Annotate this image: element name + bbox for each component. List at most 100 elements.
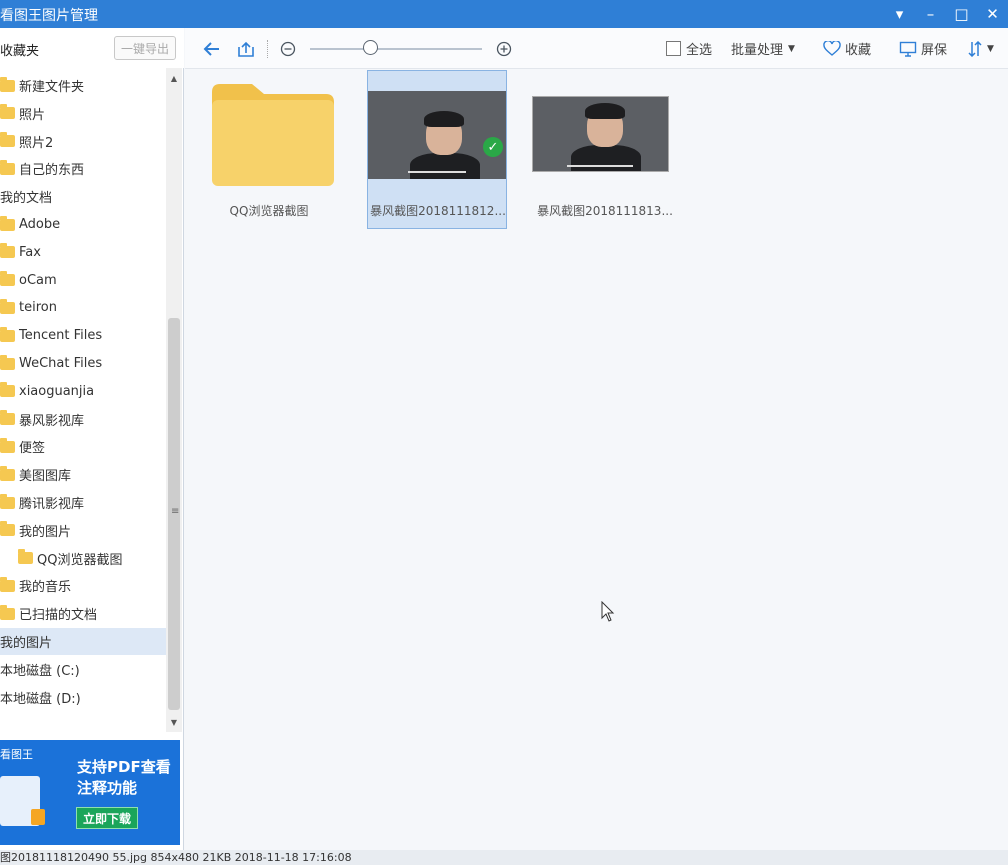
tree-item[interactable]: 我的音乐 [0,572,166,599]
tree-item[interactable]: 照片2 [0,128,166,155]
tree-item[interactable]: QQ浏览器截图 [0,545,166,572]
tree-item-label: 我的图片 [0,636,53,651]
document-icon [0,776,45,826]
tree-item[interactable]: WeChat Files [0,350,166,377]
tree-item[interactable]: teiron [0,294,166,321]
ad-line-1: 支持PDF查看 [77,758,171,776]
minimize-icon[interactable]: – [915,0,946,28]
tree-item[interactable]: 我的图片 [0,517,166,544]
thumbnail-folder[interactable]: QQ浏览器截图 [199,71,339,230]
select-all-checkbox[interactable] [666,41,681,56]
tree-item-label: 暴风影视库 [19,413,85,429]
tree-item-label: 美图图库 [19,469,72,485]
favorite-label: 收藏 [845,43,872,58]
folder-icon [18,549,33,565]
select-all-control[interactable]: 全选 [666,28,712,69]
thumbnail-label: 暴风截图2018111812... [370,204,506,218]
ad-text: 支持PDF查看 注释功能 [77,757,171,799]
tree-item-label: 腾讯影视库 [19,497,85,512]
folder-icon [0,104,15,120]
folder-tree: 新建文件夹照片照片2 自己的东西 我的文档 Adobe Fax oCam teiron Ten… [0,68,166,732]
folder-icon [0,159,15,175]
pdf-ad-banner[interactable]: 看图王 支持PDF查看 注释功能 立即下载 [0,740,180,845]
folder-icon [0,215,15,231]
tree-item-label: 本地磁盘 (C:) [0,663,80,679]
tree-item[interactable]: 自己的东西 [0,155,166,182]
zoom-in-icon[interactable] [496,28,512,69]
toolbar: 全选 批量处理 ▼ 收藏 屏保 ▼ [185,28,1008,69]
tree-item[interactable]: xiaoguanjia [0,378,166,405]
left-panel: 收藏夹 一键导出 新建文件夹照片照片2 自己的东西 我的文档 Adobe Fax oCam… [0,28,184,850]
tree-item[interactable]: 已扫描的文档 [0,600,166,627]
folder-icon [0,76,15,92]
tree-item-label: QQ浏览器截图 [37,552,123,568]
folder-icon [0,326,15,342]
tree-item-label: 本地磁盘 (D:) [0,691,81,707]
batch-process-menu[interactable]: 批量处理 ▼ [731,28,795,69]
ad-brand: 看图王 [0,748,33,761]
tree-item[interactable]: Adobe [0,211,166,238]
folder-icon [0,437,15,453]
tree-item[interactable]: oCam [0,267,166,294]
folder-icon [0,576,15,592]
tree-item-label: Adobe [19,217,61,232]
scroll-down-icon[interactable]: ▼ [166,714,182,730]
favorites-header: 收藏夹 一键导出 [0,28,184,68]
sort-button[interactable]: ▼ [967,28,994,69]
tree-item[interactable]: 照片 [0,100,166,127]
tree-item-label: 我的图片 [19,524,72,540]
back-icon[interactable] [203,28,221,69]
tree-item-label: 照片2 [19,135,54,151]
chevron-down-icon: ▼ [987,43,994,54]
screensaver-button[interactable]: 屏保 [899,28,947,69]
tree-item[interactable]: Fax [0,239,166,266]
thumbnail-image-selected[interactable]: ✓ 暴风截图2018111812... [367,70,507,229]
grip-icon: ≡ [171,506,180,517]
status-bar: 图20181118120490 55.jpg 854x480 21KB 2018… [0,850,1008,865]
tree-item[interactable]: 本地磁盘 (D:) [0,684,166,711]
folder-icon [0,271,15,287]
tree-item[interactable]: 本地磁盘 (C:) [0,656,166,683]
up-folder-icon[interactable] [237,28,255,69]
batch-label: 批量处理 [731,43,784,58]
tree-item-label: 照片 [19,107,46,123]
folder-icon [0,132,15,148]
thumbnail-label: 暴风截图2018111813... [537,204,673,218]
tree-item[interactable]: Tencent Files [0,322,166,349]
tree-item-label: Fax [19,244,41,260]
tree-item[interactable]: 我的文档 [0,183,166,210]
tree-item-label: 便签 [19,441,46,457]
chevron-down-icon: ▼ [788,43,795,54]
tree-item[interactable]: 腾讯影视库 [0,489,166,516]
folder-icon [0,604,15,620]
zoom-slider-knob[interactable] [363,40,379,55]
scroll-up-icon[interactable]: ▲ [166,70,182,86]
scrollbar-thumb[interactable]: ≡ [168,318,180,710]
folder-icon [0,382,15,398]
select-all-label: 全选 [686,43,713,58]
close-icon[interactable]: ✕ [977,0,1008,28]
tree-item[interactable]: 新建文件夹 [0,72,166,99]
tree-item-label: 我的音乐 [19,580,72,596]
tree-scrollbar[interactable]: ▲ ≡ ▼ [166,68,182,732]
zoom-out-icon[interactable] [280,28,296,69]
tree-item[interactable]: 我的图片 [0,628,166,655]
tree-item-label: teiron [19,300,57,316]
export-button[interactable]: 一键导出 [114,36,176,60]
tree-item-label: 新建文件夹 [19,80,85,95]
sort-icon [968,40,982,57]
tree-item[interactable]: 暴风影视库 [0,406,166,433]
maximize-icon[interactable]: □ [946,0,977,28]
tree-item[interactable]: 便签 [0,433,166,460]
tree-item[interactable]: 美图图库 [0,461,166,488]
dropdown-menu-icon[interactable]: ▾ [884,0,915,28]
folder-icon [0,298,15,314]
folder-icon [0,243,15,259]
thumbnail-image[interactable]: 暴风截图2018111813... [527,71,683,230]
zoom-slider[interactable] [310,48,482,50]
download-button[interactable]: 立即下载 [76,807,138,829]
ad-line-2: 注释功能 [77,779,138,797]
toolbar-separator [267,40,268,58]
thumbnail-area: QQ浏览器截图 ✓ 暴风截图2018111812... 暴风截图20181118… [185,69,1008,850]
favorite-button[interactable]: 收藏 [823,28,871,69]
